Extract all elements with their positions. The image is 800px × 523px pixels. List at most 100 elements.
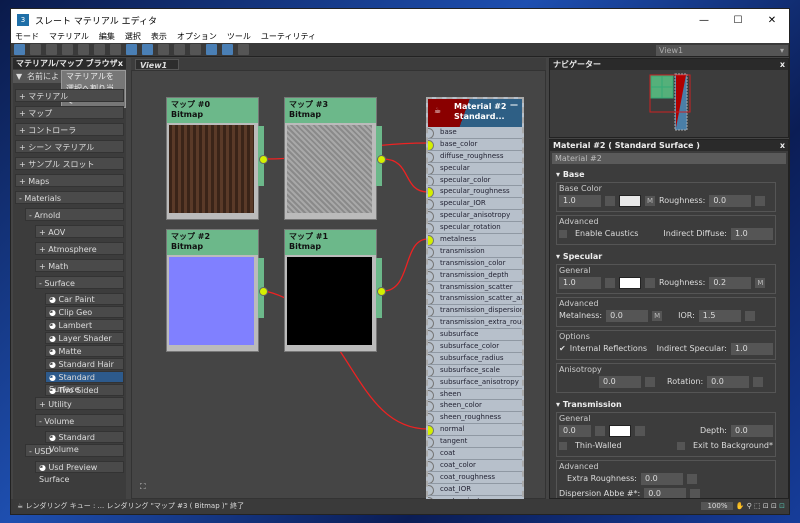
menu-item[interactable]: オプション (177, 31, 217, 43)
input-socket[interactable]: coat (428, 448, 522, 460)
tree-item[interactable]: Lambert (45, 319, 124, 331)
input-socket[interactable]: specular (428, 163, 522, 175)
tree-item[interactable]: - Arnold (25, 208, 124, 221)
input-socket[interactable]: transmission_scatter (428, 282, 522, 294)
tree-item[interactable]: + コントローラ (15, 123, 124, 136)
depth-spinner[interactable]: 0.0 (731, 424, 773, 437)
tree-item[interactable]: Clip Geo (45, 306, 124, 318)
pan-icon[interactable]: ⛶ (140, 482, 146, 492)
output-socket[interactable] (259, 155, 268, 164)
map-slot[interactable] (690, 488, 701, 498)
tree-item[interactable]: Layer Shader (45, 332, 124, 344)
show-background-icon[interactable] (142, 44, 153, 55)
map-node[interactable]: マップ #0 Bitmap (166, 97, 268, 220)
input-socket[interactable]: sheen_roughness (428, 412, 522, 425)
map-node[interactable]: マップ #3 Bitmap (284, 97, 386, 220)
zoom-extents-icon[interactable]: ⊡ (763, 502, 769, 510)
tree-item[interactable]: Standard Volume (45, 431, 124, 454)
tree-item[interactable]: + Math (35, 259, 124, 272)
move-children-icon[interactable] (94, 44, 105, 55)
tree-item[interactable]: Matte (45, 345, 124, 357)
tab-view1[interactable]: View1 (135, 59, 179, 70)
minimize-node-icon[interactable]: — (510, 100, 518, 110)
map-slot[interactable] (744, 310, 755, 321)
map-slot[interactable] (755, 195, 766, 206)
map-slot[interactable] (595, 425, 605, 436)
map-slot[interactable] (605, 195, 615, 206)
parameter-editor-icon[interactable] (222, 44, 233, 55)
hide-unused-icon[interactable] (110, 44, 121, 55)
search-input[interactable]: ▼名前によマテリアルを選択へ割り当て (13, 70, 126, 108)
input-socket[interactable]: specular_anisotropy (428, 210, 522, 223)
menu-item[interactable]: 表示 (151, 31, 167, 43)
tree-item[interactable]: Car Paint (45, 293, 124, 305)
tree-item[interactable]: - Volume (35, 414, 124, 427)
specular-rollout-header[interactable]: ▾ Specular (550, 248, 788, 263)
maximize-button[interactable]: ☐ (721, 15, 755, 26)
map-button[interactable]: M (652, 310, 663, 321)
input-socket[interactable]: normal (428, 424, 522, 437)
input-socket[interactable]: specular_roughness (428, 186, 522, 199)
dispersion-abbe-spinner[interactable]: 0.0 (644, 487, 687, 498)
tree-item[interactable]: Two Sided (45, 384, 124, 396)
tree-item[interactable]: - Surface (35, 276, 124, 289)
tree-item[interactable]: + Atmosphere (35, 242, 124, 255)
node-canvas[interactable]: マップ #0 Bitmap マップ #3 Bitmap マップ #2 Bitmap マップ … (131, 70, 546, 508)
tree-item[interactable]: - Materials (15, 191, 124, 204)
input-socket[interactable]: tangent (428, 436, 522, 449)
input-socket[interactable]: subsurface_scale (428, 365, 522, 377)
tree-item[interactable]: Standard Hair (45, 358, 124, 370)
map-node[interactable]: マップ #1 Bitmap (284, 229, 386, 352)
map-node[interactable]: マップ #2 Bitmap (166, 229, 268, 352)
input-socket[interactable]: transmission_dispersion* (428, 305, 522, 318)
input-socket[interactable]: subsurface_color (428, 341, 522, 353)
menu-item[interactable]: モード (15, 31, 39, 43)
base-color-swatch[interactable] (619, 194, 641, 207)
show-map-icon[interactable] (126, 44, 137, 55)
tree-item[interactable]: + AOV (35, 225, 124, 238)
map-slot[interactable] (645, 376, 655, 387)
indirect-diffuse-spinner[interactable]: 1.0 (731, 227, 773, 240)
input-socket[interactable]: diffuse_roughness (428, 151, 522, 163)
roughness-spinner[interactable]: 0.0 (709, 194, 752, 207)
indirect-specular-spinner[interactable]: 1.0 (731, 342, 773, 355)
view-selector[interactable]: View1 ▾ (656, 45, 788, 56)
input-socket[interactable]: coat_color (428, 460, 522, 472)
zoom-all-icon[interactable]: ⊡ (779, 502, 785, 510)
eyedropper-icon[interactable] (30, 44, 41, 55)
tree-item[interactable]: + マテリアル (15, 89, 124, 102)
extra-roughness-spinner[interactable]: 0.0 (641, 472, 683, 485)
input-socket[interactable]: subsurface_radius (428, 353, 522, 365)
input-socket[interactable]: coat_IOR (428, 484, 522, 496)
thin-walled-checkbox[interactable] (559, 441, 567, 450)
zoom-icon[interactable]: ⚲ (747, 502, 752, 510)
internal-reflections-checkbox[interactable]: ✔ (559, 344, 566, 353)
transmission-weight-spinner[interactable]: 0.0 (559, 424, 591, 437)
specular-roughness-spinner[interactable]: 0.2 (709, 276, 752, 289)
input-socket[interactable]: specular_rotation (428, 222, 522, 235)
select-by-material-icon[interactable] (238, 44, 249, 55)
input-socket[interactable]: specular_color (428, 175, 522, 187)
base-weight-spinner[interactable]: 1.0 (559, 194, 601, 207)
menu-item[interactable]: ユーティリティ (261, 31, 316, 43)
zoom-selected-icon[interactable]: ⊡ (771, 502, 777, 510)
menu-item[interactable]: 選択 (125, 31, 141, 43)
output-socket[interactable] (377, 287, 386, 296)
transmission-rollout-header[interactable]: ▾ Transmission (550, 396, 788, 411)
transmission-color-swatch[interactable] (609, 424, 631, 437)
close-button[interactable]: ✕ (755, 15, 789, 26)
zoom-dropdown[interactable]: 100% (701, 502, 734, 510)
map-slot[interactable] (635, 425, 645, 436)
menu-item[interactable]: ツール (227, 31, 251, 43)
menu-item[interactable]: マテリアル (49, 31, 89, 43)
tree-item[interactable]: Standard Surface (45, 371, 124, 394)
close-icon[interactable]: x (118, 58, 123, 69)
input-socket[interactable]: transmission (428, 246, 522, 258)
metalness-spinner[interactable]: 0.0 (606, 309, 649, 322)
base-rollout-header[interactable]: ▾ Base (550, 166, 788, 181)
rotation-spinner[interactable]: 0.0 (707, 375, 750, 388)
zoom-region-icon[interactable]: ⬚ (754, 502, 761, 510)
tree-item[interactable]: + シーン マテリアル (15, 140, 124, 153)
enable-caustics-checkbox[interactable] (559, 229, 567, 238)
exit-to-background-checkbox[interactable] (677, 441, 685, 450)
